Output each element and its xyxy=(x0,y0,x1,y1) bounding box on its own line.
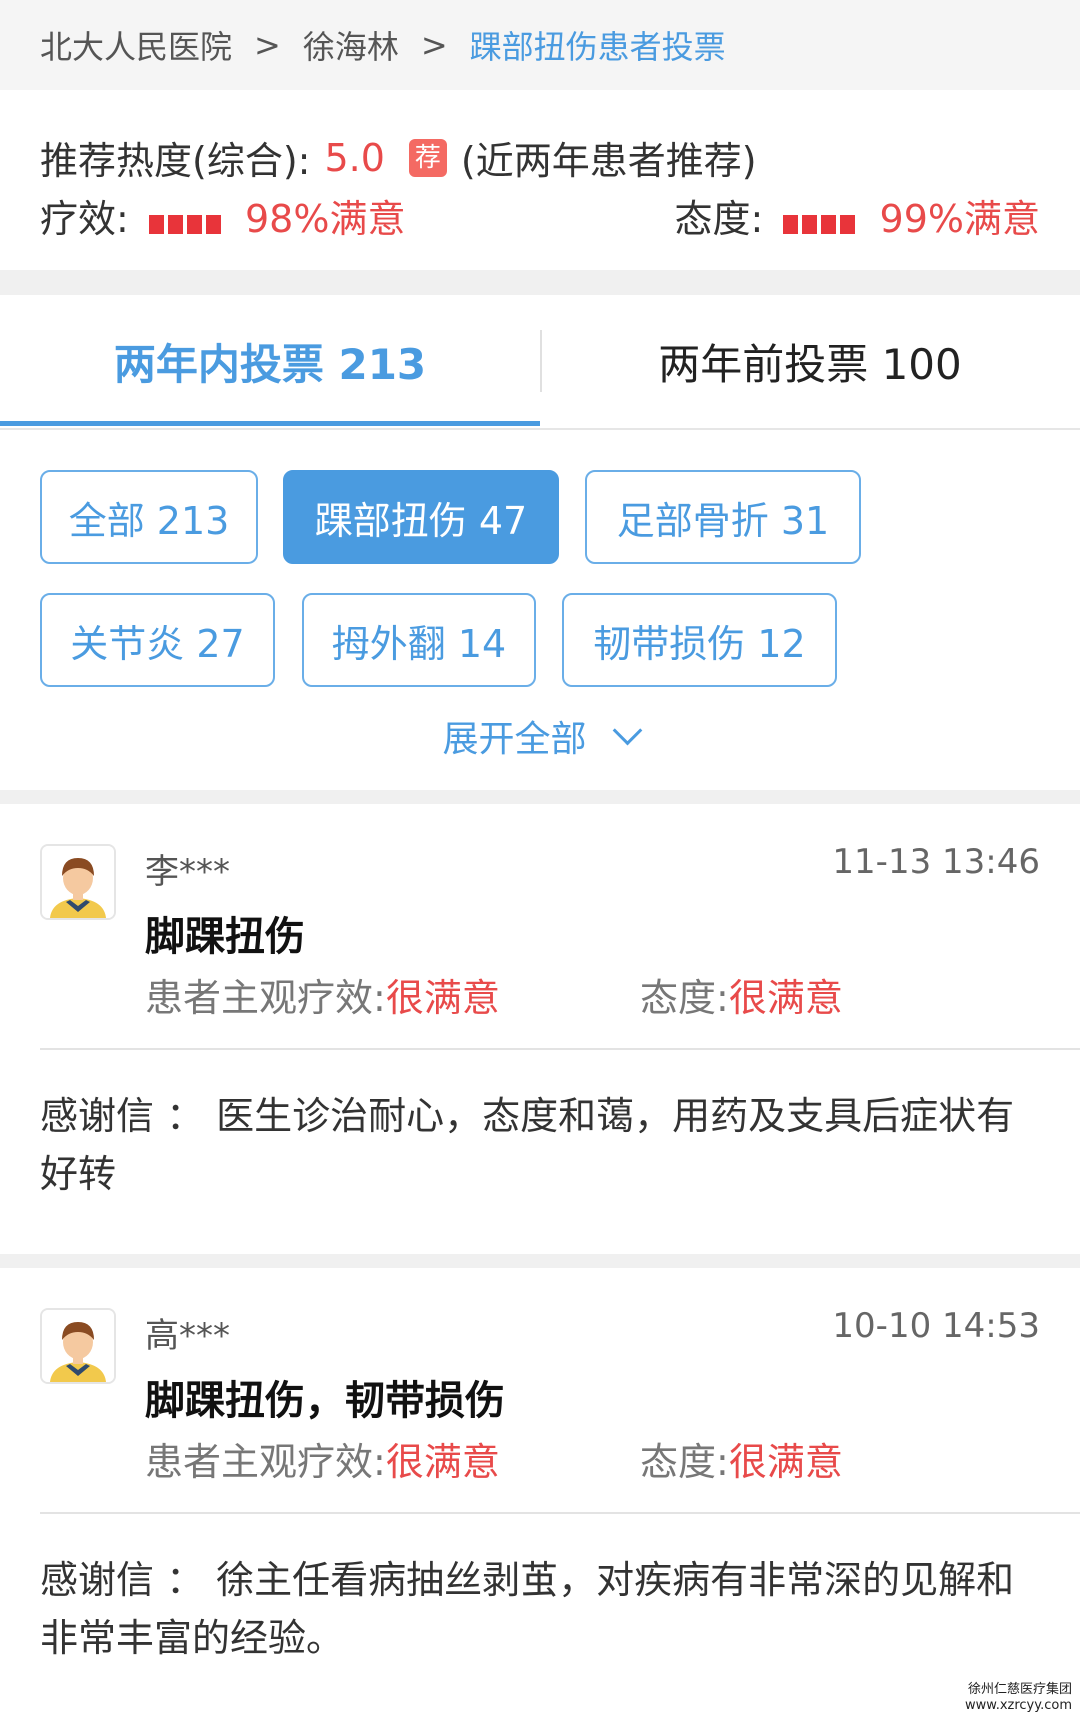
review-time: 11-13 13:46 xyxy=(832,842,1040,882)
attitude-label: 态度: xyxy=(640,1440,729,1484)
attitude-value: 99%满意 xyxy=(879,197,1040,241)
breadcrumb-doctor[interactable]: 徐海林 xyxy=(303,22,399,68)
review-ratings: 患者主观疗效:很满意 态度:很满意 xyxy=(145,967,1045,1022)
satisfaction-row: 疗效: 98%满意 态度: 99%满意 xyxy=(40,188,1040,244)
vote-tabs: 两年内投票 213 两年前投票 100 xyxy=(0,295,1080,430)
breadcrumb-separator: > xyxy=(254,26,281,64)
review-username: 李*** xyxy=(145,852,230,892)
section-divider xyxy=(0,790,1080,804)
breadcrumb: 北大人民医院 > 徐海林 > 踝部扭伤患者投票 xyxy=(0,0,1080,90)
review-card: 李*** 11-13 13:46 脚踝扭伤 患者主观疗效:很满意 态度:很满意 … xyxy=(0,804,1080,1254)
review-time: 10-10 14:53 xyxy=(832,1306,1040,1346)
tab-before-two-years[interactable]: 两年前投票 100 xyxy=(540,295,1080,428)
expand-all-button[interactable]: 展开全部 xyxy=(0,710,1080,762)
breadcrumb-separator: > xyxy=(420,26,448,64)
filter-chip-all[interactable]: 全部 213 xyxy=(40,470,258,564)
review-divider xyxy=(40,1048,1080,1050)
recommend-heat-score: 5.0 xyxy=(324,135,385,180)
recommend-heat-label: 推荐热度(综合): xyxy=(40,139,311,183)
efficacy-value: 98%满意 xyxy=(245,197,406,241)
active-tab-indicator xyxy=(0,421,540,426)
attitude-satisfaction: 态度: 99%满意 xyxy=(675,188,1040,244)
avatar xyxy=(40,844,116,920)
review-username: 高*** xyxy=(145,1316,230,1356)
breadcrumb-hospital[interactable]: 北大人民医院 xyxy=(40,22,232,68)
avatar xyxy=(40,1308,116,1384)
review-title: 脚踝扭伤，韧带损伤 xyxy=(145,1378,505,1424)
attitude-bars-icon xyxy=(783,200,859,244)
recommend-heat-note: (近两年患者推荐) xyxy=(460,139,757,183)
efficacy-label: 患者主观疗效: xyxy=(145,1440,386,1484)
watermark: 徐州仁慈医疗集团 www.xzrcyy.com xyxy=(965,1682,1072,1714)
filter-chip-foot-fracture[interactable]: 足部骨折 31 xyxy=(585,470,861,564)
review-card: 高*** 10-10 14:53 脚踝扭伤，韧带损伤 患者主观疗效:很满意 态度… xyxy=(0,1268,1080,1718)
user-avatar-icon xyxy=(42,1310,114,1382)
recommend-heat-row: 推荐热度(综合): 5.0 荐 (近两年患者推荐) xyxy=(40,130,757,185)
attitude-rating: 态度:很满意 xyxy=(640,967,843,1022)
watermark-name: 徐州仁慈医疗集团 xyxy=(967,1682,1072,1697)
filter-chip-hallux-valgus[interactable]: 拇外翻 14 xyxy=(302,593,536,687)
filter-chip-arthritis[interactable]: 关节炎 27 xyxy=(40,593,275,687)
attitude-value: 很满意 xyxy=(728,976,843,1020)
thank-you-letter: 感谢信 ： 徐主任看病抽丝剥茧，对疾病有非常深的见解和非常丰富的经验。 xyxy=(40,1558,1015,1660)
efficacy-label: 疗效: xyxy=(40,197,129,241)
review-ratings: 患者主观疗效:很满意 态度:很满意 xyxy=(145,1431,1045,1486)
watermark-url: www.xzrcyy.com xyxy=(965,1698,1072,1713)
efficacy-label: 患者主观疗效: xyxy=(145,976,386,1020)
efficacy-value: 很满意 xyxy=(385,976,500,1020)
expand-all-label: 展开全部 xyxy=(442,719,587,760)
section-divider xyxy=(0,270,1080,295)
attitude-label: 态度: xyxy=(640,976,729,1020)
tab-within-two-years[interactable]: 两年内投票 213 xyxy=(0,295,540,428)
user-avatar-icon xyxy=(42,846,114,918)
attitude-rating: 态度:很满意 xyxy=(640,1431,843,1486)
rating-summary: 推荐热度(综合): 5.0 荐 (近两年患者推荐) 疗效: 98%满意 态度: … xyxy=(0,90,1080,270)
review-divider xyxy=(40,1512,1080,1514)
breadcrumb-current: 踝部扭伤患者投票 xyxy=(469,28,726,66)
section-divider xyxy=(0,1254,1080,1268)
recommend-badge-icon: 荐 xyxy=(408,138,447,177)
thank-you-letter: 感谢信 ： 医生诊治耐心，态度和蔼，用药及支具后症状有好转 xyxy=(40,1094,1015,1196)
filter-chip-ligament-injury[interactable]: 韧带损伤 12 xyxy=(562,593,837,687)
review-title: 脚踝扭伤 xyxy=(145,914,305,960)
efficacy-value: 很满意 xyxy=(385,1440,500,1484)
efficacy-satisfaction: 疗效: 98%满意 xyxy=(40,188,405,244)
filter-chip-ankle-sprain[interactable]: 踝部扭伤 47 xyxy=(283,470,559,564)
attitude-label: 态度: xyxy=(674,197,764,241)
efficacy-bars-icon xyxy=(148,200,225,244)
attitude-value: 很满意 xyxy=(728,1440,843,1484)
chevron-down-icon xyxy=(612,715,642,746)
